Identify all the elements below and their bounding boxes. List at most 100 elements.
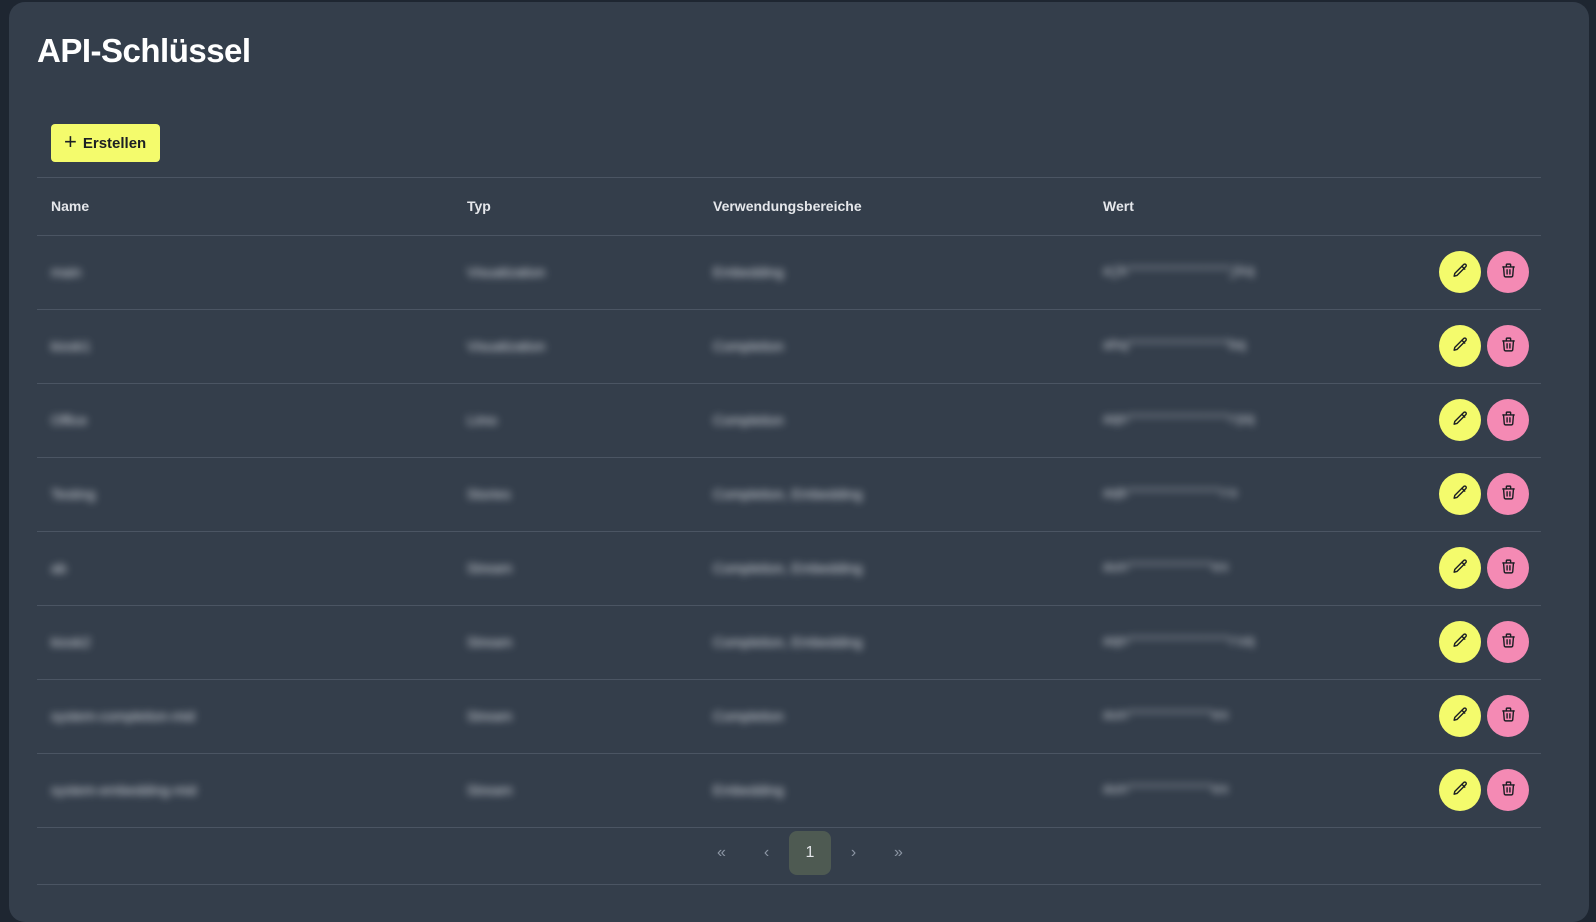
key-type-cell: Stream — [467, 560, 513, 576]
key-value-cell: aqn************ruq — [1103, 634, 1255, 650]
key-value-cell: aqn************rpq — [1103, 412, 1255, 428]
delete-button[interactable] — [1487, 325, 1529, 367]
edit-button[interactable] — [1439, 621, 1481, 663]
double-chevron-left-icon: « — [717, 844, 726, 861]
plus-icon: + — [64, 129, 77, 154]
pencil-icon — [1452, 410, 1469, 430]
row-actions — [1439, 251, 1529, 293]
next-page-button[interactable]: › — [831, 831, 876, 875]
table-row: main Visualization Embedding ajk********… — [37, 236, 1541, 310]
api-keys-table: Name Typ Verwendungsbereiche Wert main V… — [37, 177, 1541, 828]
table-row: kiosk2 Stream Completion, Embedding aqn*… — [37, 606, 1541, 680]
trash-icon — [1500, 558, 1517, 578]
key-name-cell: Testing — [51, 486, 96, 502]
trash-icon — [1500, 632, 1517, 652]
key-value-cell: aun**********ex — [1103, 560, 1230, 576]
row-actions — [1439, 621, 1529, 663]
table-row: kiosk1 Visualization Completion ahq*****… — [37, 310, 1541, 384]
key-scopes-cell: Embedding — [713, 264, 784, 280]
column-header-wert[interactable]: Wert — [1103, 198, 1134, 214]
delete-button[interactable] — [1487, 473, 1529, 515]
key-type-cell: Stories — [467, 486, 511, 502]
pencil-icon — [1452, 484, 1469, 504]
row-actions — [1439, 547, 1529, 589]
key-name-cell: system-completion-mid — [51, 708, 195, 724]
row-actions — [1439, 473, 1529, 515]
create-button[interactable]: + Erstellen — [51, 124, 161, 162]
row-actions — [1439, 325, 1529, 367]
row-actions — [1439, 769, 1529, 811]
edit-button[interactable] — [1439, 325, 1481, 367]
double-chevron-right-icon: » — [894, 844, 903, 861]
delete-button[interactable] — [1487, 769, 1529, 811]
edit-button[interactable] — [1439, 769, 1481, 811]
key-scopes-cell: Embedding — [713, 782, 784, 798]
key-name-cell: Office — [51, 412, 88, 428]
trash-icon — [1500, 262, 1517, 282]
row-actions — [1439, 695, 1529, 737]
key-value-cell: ahq************bq — [1103, 338, 1246, 354]
key-type-cell: Stream — [467, 634, 513, 650]
key-scopes-cell: Completion, Embedding — [713, 486, 863, 502]
key-scopes-cell: Completion, Embedding — [713, 560, 863, 576]
column-header-scopes[interactable]: Verwendungsbereiche — [713, 198, 862, 214]
pencil-icon — [1452, 780, 1469, 800]
table-body: main Visualization Embedding ajk********… — [37, 236, 1541, 828]
key-type-cell: Visualization — [467, 264, 546, 280]
key-name-cell: system-embedding-mid — [51, 782, 197, 798]
table-row: ab Stream Completion, Embedding aun*****… — [37, 532, 1541, 606]
key-type-cell: Stream — [467, 782, 513, 798]
edit-button[interactable] — [1439, 473, 1481, 515]
table-row: system-embedding-mid Stream Embedding au… — [37, 754, 1541, 828]
delete-button[interactable] — [1487, 547, 1529, 589]
delete-button[interactable] — [1487, 695, 1529, 737]
pencil-icon — [1452, 262, 1469, 282]
delete-button[interactable] — [1487, 621, 1529, 663]
key-value-cell: ajk************jkq — [1103, 264, 1255, 280]
delete-button[interactable] — [1487, 399, 1529, 441]
page-title: API-Schlüssel — [37, 32, 251, 69]
pencil-icon — [1452, 336, 1469, 356]
pencil-icon — [1452, 558, 1469, 578]
page-number: 1 — [805, 844, 815, 861]
table-row: Testing Stories Completion, Embedding aq… — [37, 458, 1541, 532]
edit-button[interactable] — [1439, 251, 1481, 293]
column-header-name[interactable]: Name — [51, 198, 89, 214]
key-value-cell: aun**********ex — [1103, 782, 1230, 798]
trash-icon — [1500, 484, 1517, 504]
last-page-button[interactable]: » — [876, 831, 921, 875]
trash-icon — [1500, 410, 1517, 430]
previous-page-button[interactable]: ‹ — [744, 831, 789, 875]
delete-button[interactable] — [1487, 251, 1529, 293]
pencil-icon — [1452, 632, 1469, 652]
page-button-current[interactable]: 1 — [789, 831, 831, 875]
bottom-divider — [37, 884, 1541, 885]
table-row: Office Limo Completion aqn************rp… — [37, 384, 1541, 458]
key-value-cell: aun**********ex — [1103, 708, 1230, 724]
key-name-cell: main — [51, 264, 82, 280]
key-scopes-cell: Completion, Embedding — [713, 634, 863, 650]
key-value-cell: aqk***********ro — [1103, 486, 1238, 502]
row-actions — [1439, 399, 1529, 441]
pagination: « ‹ 1 › » — [9, 831, 1589, 875]
key-scopes-cell: Completion — [713, 412, 784, 428]
key-name-cell: kiosk1 — [51, 338, 91, 354]
edit-button[interactable] — [1439, 399, 1481, 441]
key-type-cell: Visualization — [467, 338, 546, 354]
chevron-left-icon: ‹ — [763, 844, 770, 861]
edit-button[interactable] — [1439, 547, 1481, 589]
chevron-right-icon: › — [850, 844, 857, 861]
key-name-cell: kiosk2 — [51, 634, 91, 650]
pencil-icon — [1452, 706, 1469, 726]
trash-icon — [1500, 706, 1517, 726]
edit-button[interactable] — [1439, 695, 1481, 737]
create-button-label: Erstellen — [82, 134, 147, 152]
trash-icon — [1500, 336, 1517, 356]
table-row: system-completion-mid Stream Completion … — [37, 680, 1541, 754]
key-type-cell: Limo — [467, 412, 498, 428]
column-header-typ[interactable]: Typ — [467, 198, 491, 214]
table-header: Name Typ Verwendungsbereiche Wert — [37, 177, 1541, 236]
key-name-cell: ab — [51, 560, 67, 576]
key-type-cell: Stream — [467, 708, 513, 724]
first-page-button[interactable]: « — [699, 831, 744, 875]
